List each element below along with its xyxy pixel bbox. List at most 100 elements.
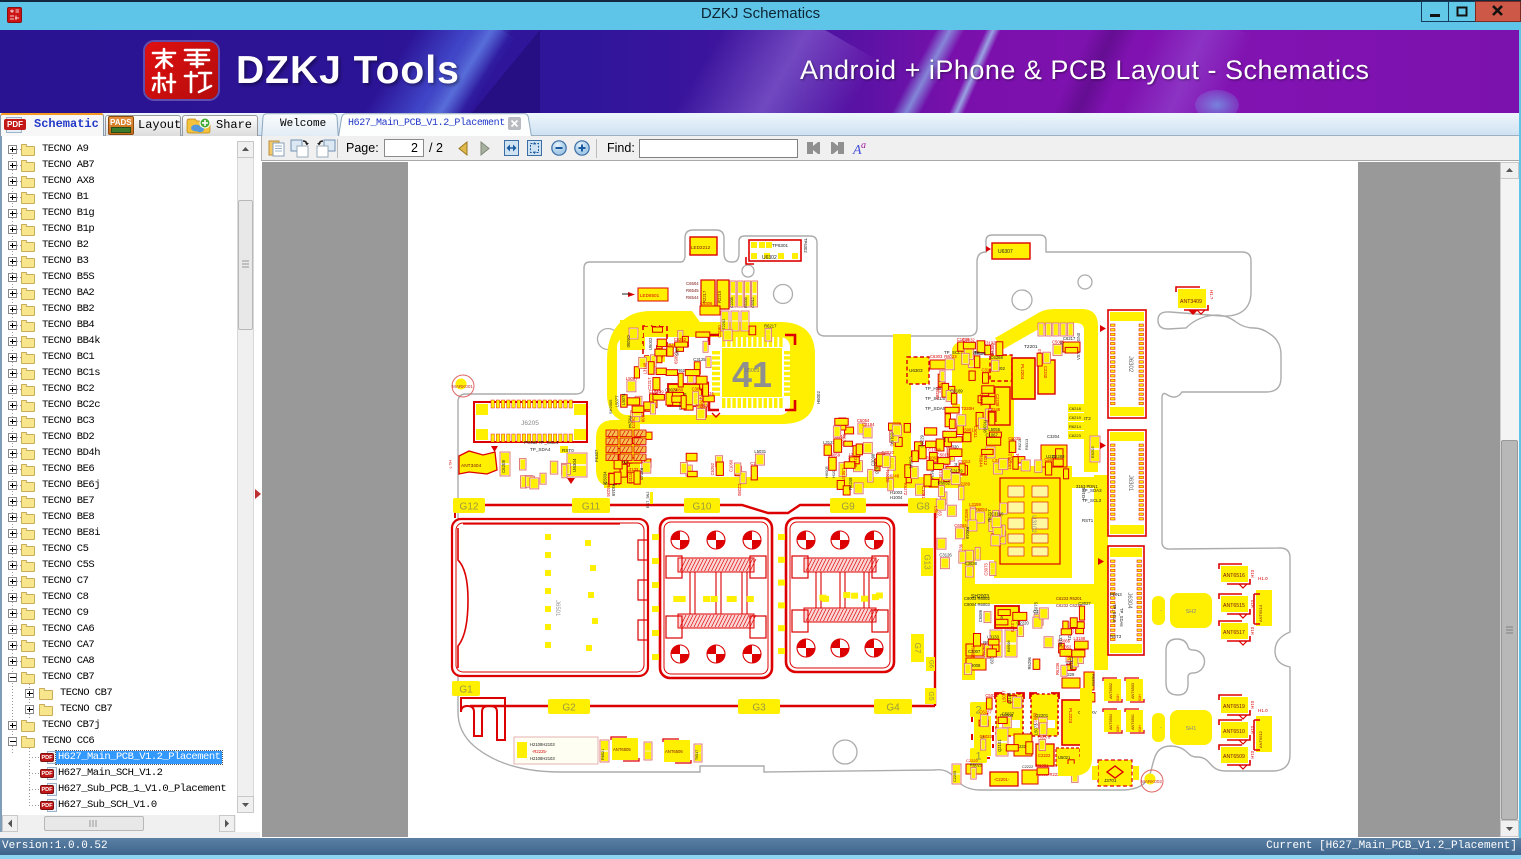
svg-text:TP_SCL3: TP_SCL3 <box>1082 498 1102 503</box>
svg-text:ANT6504: ANT6504 <box>1109 714 1113 730</box>
svg-text:C3189: C3189 <box>950 388 963 393</box>
svg-text:ANT6519: ANT6519 <box>1223 704 1245 710</box>
svg-text:R6349: R6349 <box>611 484 616 497</box>
svg-text:R6272: R6272 <box>903 483 908 496</box>
svg-text:G2: G2 <box>562 703 576 714</box>
svg-text:LED2212: LED2212 <box>691 245 711 250</box>
svg-text:C3140: C3140 <box>1069 657 1074 670</box>
svg-text:H5002: H5002 <box>816 391 821 404</box>
svg-text:-: - <box>1160 725 1162 731</box>
svg-text:PGND TP_SCL4: PGND TP_SCL4 <box>524 440 559 445</box>
svg-text:C3179: C3179 <box>950 468 963 473</box>
svg-text:L3115: L3115 <box>628 472 633 484</box>
svg-text:U6303: U6303 <box>909 368 923 373</box>
svg-text:C3184: C3184 <box>862 422 875 427</box>
svg-text:G11: G11 <box>582 502 601 513</box>
svg-text:H1.?: H1.? <box>448 460 453 469</box>
svg-text:01H: 01H <box>1250 627 1255 635</box>
svg-text:RST1: RST1 <box>1082 518 1094 523</box>
svg-text:C6312: C6312 <box>751 297 755 308</box>
svg-text:RST3: RST3 <box>1110 634 1122 639</box>
svg-text:C3126: C3126 <box>939 553 952 558</box>
svg-text:C1067: C1067 <box>986 432 999 437</box>
svg-text:3153 PDN1: 3153 PDN1 <box>1076 484 1098 489</box>
svg-text:ANT6514: ANT6514 <box>1258 604 1263 622</box>
svg-text:H1.0: H1.0 <box>1258 576 1268 581</box>
svg-text:C2248: C2248 <box>988 407 1001 412</box>
svg-text:EXT_5N2: EXT_5N2 <box>646 492 650 508</box>
svg-text:T6517: T6517 <box>695 750 699 760</box>
svg-text:J6205: J6205 <box>521 420 539 427</box>
svg-text:PL2223: PL2223 <box>1068 708 1073 724</box>
svg-text:C3159: C3159 <box>964 508 969 521</box>
svg-text:PDN3: PDN3 <box>1110 592 1122 597</box>
svg-text:C6252: C6252 <box>674 337 687 342</box>
svg-text:R6046: R6046 <box>965 527 970 540</box>
svg-text:H2108H2103: H2108H2103 <box>530 742 555 747</box>
svg-text:01H: 01H <box>1250 751 1255 759</box>
svg-text:C1083: C1083 <box>1032 712 1037 725</box>
svg-text:C5015: C5015 <box>937 453 950 458</box>
svg-text:R2215: R2215 <box>717 290 722 303</box>
svg-text:C2220: C2220 <box>1017 621 1030 626</box>
svg-text:C5034: C5034 <box>603 471 608 484</box>
svg-text:C3038: C3038 <box>965 561 978 566</box>
svg-text:R6308: R6308 <box>744 297 748 308</box>
svg-text:L3148: L3148 <box>642 362 647 374</box>
svg-text:C3190: C3190 <box>717 325 722 338</box>
svg-text:C5099: C5099 <box>700 396 705 409</box>
svg-text:C6070: C6070 <box>979 393 984 406</box>
svg-text:C2238: C2238 <box>995 394 1000 407</box>
svg-text:C6303: C6303 <box>930 354 943 359</box>
svg-text:SH2: SH2 <box>1186 609 1197 615</box>
svg-text:U6304: U6304 <box>572 458 577 472</box>
svg-text:R6545: R6545 <box>686 288 699 293</box>
svg-text:01H: 01H <box>1250 701 1255 709</box>
svg-text:L3173: L3173 <box>1010 620 1015 632</box>
svg-text:C6208: C6208 <box>501 460 506 473</box>
svg-text:01H: 01H <box>1138 694 1142 701</box>
svg-text:TP6301: TP6301 <box>772 243 789 248</box>
svg-text:TP_SDA5: TP_SDA5 <box>925 406 946 411</box>
svg-text:C2280: C2280 <box>737 484 742 497</box>
svg-text:L5082: L5082 <box>933 506 938 518</box>
svg-text:C6218: C6218 <box>1069 406 1082 411</box>
svg-text:L3159: L3159 <box>969 502 981 507</box>
svg-text:J6304: J6304 <box>1126 592 1132 609</box>
svg-text:C9004 R6003: C9004 R6003 <box>964 602 991 607</box>
svg-text:ANT6509: ANT6509 <box>1223 754 1245 760</box>
svg-text:J3701: J3701 <box>1104 778 1117 783</box>
svg-text:C6229: C6229 <box>919 434 924 447</box>
svg-text:C1088: C1088 <box>928 448 941 453</box>
svg-text:G1: G1 <box>459 685 473 696</box>
svg-text:L5037: L5037 <box>841 468 846 480</box>
svg-text:LED6501: LED6501 <box>640 293 660 298</box>
svg-text:H1.?: H1.? <box>1209 290 1214 300</box>
svg-text:ANT6517: ANT6517 <box>1223 630 1245 636</box>
svg-text:SH2005: SH2005 <box>608 399 613 414</box>
svg-text:C5037: C5037 <box>1002 712 1015 717</box>
svg-text:C6223: C6223 <box>1069 433 1082 438</box>
svg-text:-: - <box>1160 608 1162 614</box>
svg-text:-R2225-: -R2225- <box>532 749 548 754</box>
svg-text:G3: G3 <box>752 703 766 714</box>
svg-text:G13: G13 <box>923 554 932 570</box>
svg-text:C6219: C6219 <box>1069 415 1082 420</box>
svg-text:R6023: R6023 <box>944 354 957 359</box>
svg-text:L3132: L3132 <box>984 340 996 345</box>
svg-text:ANT6503: ANT6503 <box>1131 683 1135 699</box>
svg-text:C6504: C6504 <box>686 281 699 286</box>
svg-text:ANT6510: ANT6510 <box>1223 729 1245 735</box>
svg-text:TP6302: TP6302 <box>803 238 808 253</box>
svg-text:a: a <box>861 140 866 151</box>
svg-text:L3139: L3139 <box>652 390 664 395</box>
svg-text:R6352: R6352 <box>1059 644 1072 649</box>
svg-text:SH1: SH1 <box>1186 726 1197 732</box>
svg-text:01H: 01H <box>1138 725 1142 732</box>
svg-text:H2108H2103: H2108H2103 <box>530 756 555 761</box>
svg-text:G10: G10 <box>693 502 712 513</box>
svg-text:R6226: R6226 <box>606 484 611 497</box>
svg-text:C6086: C6086 <box>978 609 983 622</box>
svg-text:L5027: L5027 <box>1007 457 1012 469</box>
svg-text:C2288: C2288 <box>1052 454 1065 459</box>
